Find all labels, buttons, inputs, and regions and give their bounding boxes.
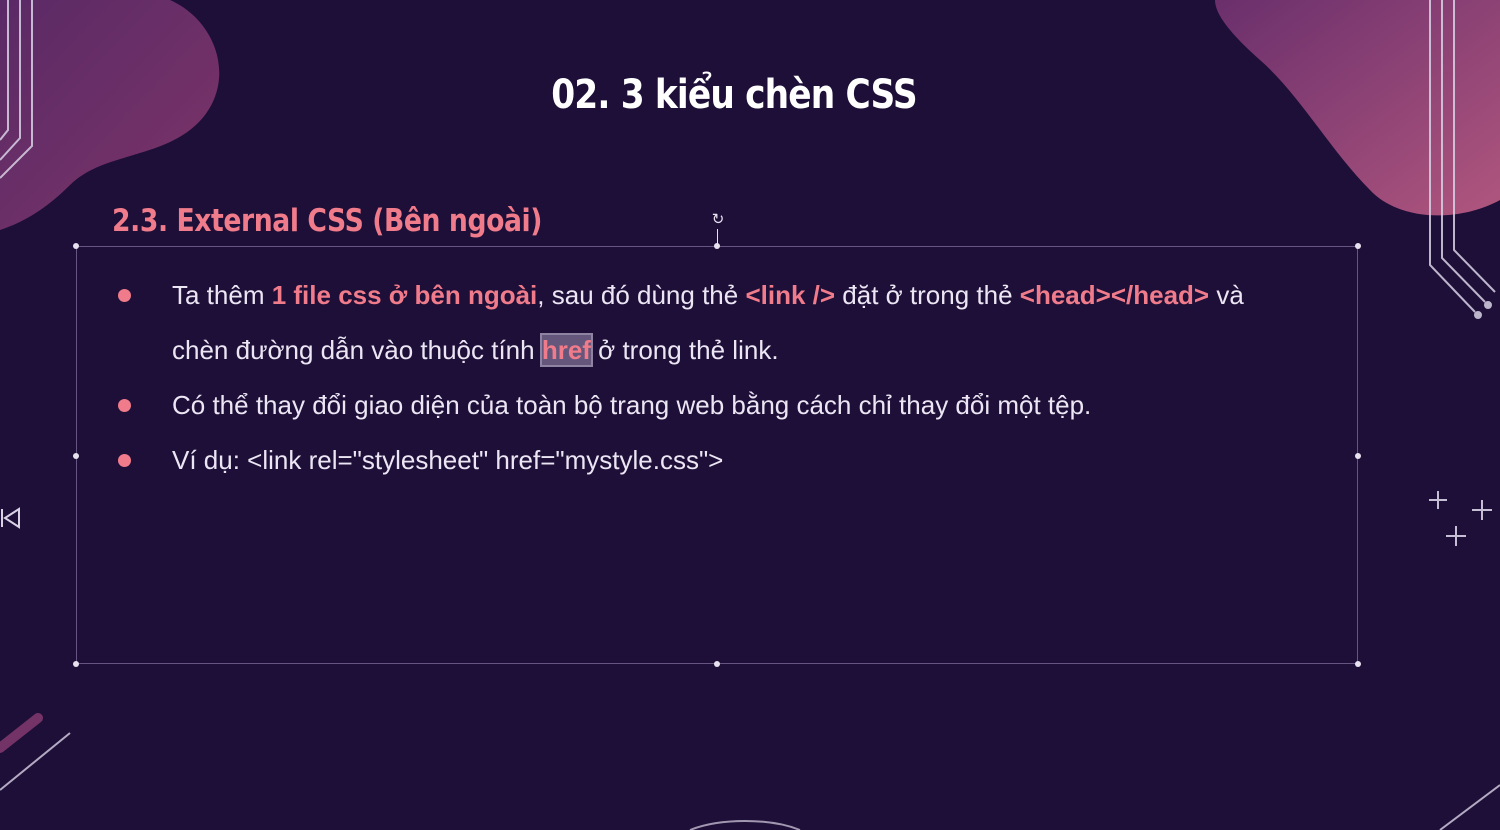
resize-handle-top-right[interactable] (1355, 243, 1361, 249)
resize-handle-top-center[interactable] (714, 243, 720, 249)
highlight-link-tag: <link /> (745, 280, 836, 310)
bullet-dot (118, 399, 131, 412)
bullet-1-text-part: đặt ở trong thẻ (835, 280, 1020, 310)
bullet-2-text: Có thể thay đổi giao diện của toàn bộ tr… (172, 390, 1092, 420)
plus-marks (1429, 491, 1492, 546)
bullet-3-text: Ví dụ: <link rel="stylesheet" href="myst… (172, 445, 724, 475)
bullet-1-text-part: ở trong thẻ link. (590, 335, 779, 365)
bullet-item: Có thể thay đổi giao diện của toàn bộ tr… (118, 378, 1348, 433)
slide-title: 02. 3 kiểu chèn CSS (551, 72, 917, 118)
section-heading: 2.3. External CSS (Bên ngoài) (112, 203, 543, 239)
highlight-head-tag: <head></head> (1019, 280, 1210, 310)
bullet-item: Ta thêm 1 file css ở bên ngoài, sau đó d… (118, 268, 1348, 323)
resize-handle-middle-left[interactable] (73, 453, 79, 459)
resize-handle-bottom-left[interactable] (73, 661, 79, 667)
arc-bottom-center (689, 820, 801, 830)
bullet-dot (118, 289, 131, 302)
resize-handle-bottom-right[interactable] (1355, 661, 1361, 667)
bullet-list[interactable]: Ta thêm 1 file css ở bên ngoài, sau đó d… (118, 268, 1348, 488)
bullet-continuation: chèn đường dẫn vào thuộc tính href ở tro… (118, 323, 1348, 378)
highlight-external-file: 1 file css ở bên ngoài (271, 280, 538, 310)
rotate-icon[interactable]: ↻ (709, 211, 727, 233)
presentation-slide: 02. 3 kiểu chèn CSS 2.3. External CSS (B… (0, 0, 1500, 830)
bullet-1-text-part: Ta thêm (172, 280, 272, 310)
bullet-dot (118, 454, 131, 467)
bullet-1-text-part: và (1209, 280, 1244, 310)
lines-bottom-left (0, 713, 71, 791)
resize-handle-bottom-center[interactable] (714, 661, 720, 667)
previous-slide-icon[interactable] (0, 505, 22, 531)
highlight-href-selected[interactable]: href (539, 333, 593, 367)
bullet-item: Ví dụ: <link rel="stylesheet" href="myst… (118, 433, 1348, 488)
resize-handle-middle-right[interactable] (1355, 453, 1361, 459)
resize-handle-top-left[interactable] (73, 243, 79, 249)
bullet-1-text-part: , sau đó dùng thẻ (537, 280, 746, 310)
line-bottom-right (1439, 784, 1500, 830)
bullet-1-text-part: chèn đường dẫn vào thuộc tính (172, 335, 542, 365)
